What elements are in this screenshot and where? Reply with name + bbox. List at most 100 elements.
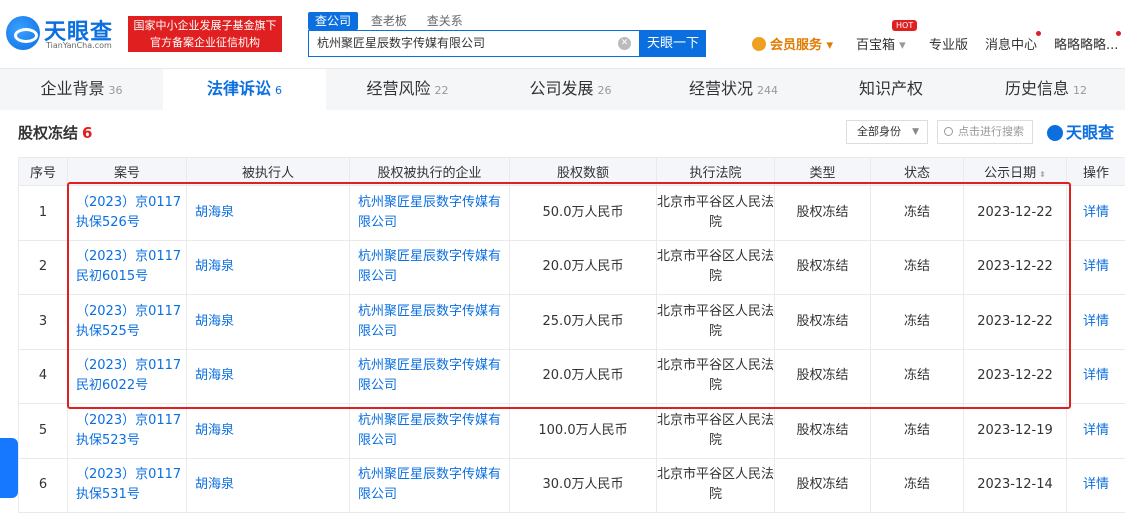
tab-background[interactable]: 企业背景 36 xyxy=(0,69,163,111)
tianyancha-logo[interactable]: 天眼查 TianYanCha.com xyxy=(6,12,124,52)
search-tab-company[interactable]: 查公司 xyxy=(308,12,359,30)
case-number-link[interactable]: （2023）京0117执保523号 xyxy=(67,403,187,459)
search-input-value: 杭州聚匠星辰数字传媒有限公司 xyxy=(317,36,486,50)
detail-link[interactable]: 详情 xyxy=(1066,294,1125,350)
tab-count: 6 xyxy=(275,84,282,97)
col-court: 执行法院 xyxy=(656,157,775,186)
search-button[interactable]: 天眼一下 xyxy=(640,30,706,57)
table-row: 5 （2023）京0117执保523号 胡海泉 杭州聚匠星辰数字传媒有限公司 100.0… xyxy=(18,403,1125,459)
vip-service-link[interactable]: 会员服务 ▾ xyxy=(752,34,833,53)
col-person: 被执行人 xyxy=(186,157,350,186)
case-number-link[interactable]: （2023）京0117执保526号 xyxy=(67,185,187,241)
table-row: 2 （2023）京0117民初6015号 胡海泉 杭州聚匠星辰数字传媒有限公司 20.0… xyxy=(18,239,1125,295)
publish-date: 2023-12-22 xyxy=(963,294,1067,350)
col-case: 案号 xyxy=(67,157,187,186)
table-row: 1 （2023）京0117执保526号 胡海泉 杭州聚匠星辰数字传媒有限公司 50.0万… xyxy=(18,185,1125,241)
court-name: 北京市平谷区人民法院 xyxy=(656,403,775,459)
company-link[interactable]: 杭州聚匠星辰数字传媒有限公司 xyxy=(349,185,510,241)
top-header: 天眼查 TianYanCha.com 国家中小企业发展子基金旗下 官方备案企业征… xyxy=(0,0,1125,68)
tab-count: 36 xyxy=(108,84,123,97)
identity-select[interactable]: 全部身份 ▼ xyxy=(846,120,928,144)
detail-link[interactable]: 详情 xyxy=(1066,185,1125,241)
tab-development[interactable]: 公司发展 26 xyxy=(489,69,652,111)
tianyancha-watermark: 天眼查 xyxy=(1047,119,1114,143)
case-number-link[interactable]: （2023）京0117执保531号 xyxy=(67,457,187,513)
company-tabs: 企业背景 36 法律诉讼 6 经营风险 22 公司发展 26 经营状况 244 知识产权 … xyxy=(0,68,1125,111)
section-title: 股权冻结 6 xyxy=(18,122,92,143)
case-number-link[interactable]: （2023）京0117民初6022号 xyxy=(67,348,187,404)
tab-history[interactable]: 历史信息 12 xyxy=(967,69,1125,111)
tab-operation[interactable]: 经营状况 244 xyxy=(652,69,815,111)
clear-icon[interactable]: ✕ xyxy=(618,37,631,50)
side-float-tab[interactable] xyxy=(0,438,18,498)
identity-select-value: 全部身份 xyxy=(857,125,901,138)
court-name: 北京市平谷区人民法院 xyxy=(656,185,775,241)
tab-label: 知识产权 xyxy=(858,79,923,98)
table-row: 4 （2023）京0117民初6022号 胡海泉 杭州聚匠星辰数字传媒有限公司 20.0… xyxy=(18,348,1125,404)
company-link[interactable]: 杭州聚匠星辰数字传媒有限公司 xyxy=(349,403,510,459)
search-input[interactable]: 杭州聚匠星辰数字传媒有限公司 ✕ xyxy=(308,30,640,57)
company-link[interactable]: 杭州聚匠星辰数字传媒有限公司 xyxy=(349,457,510,513)
pro-version-link[interactable]: 专业版 xyxy=(929,34,968,53)
court-name: 北京市平谷区人民法院 xyxy=(656,294,775,350)
chevron-down-icon: ▾ xyxy=(822,38,834,53)
freeze-type: 股权冻结 xyxy=(774,239,871,295)
detail-link[interactable]: 详情 xyxy=(1066,239,1125,295)
vip-label: 会员服务 xyxy=(770,38,823,53)
executee-link[interactable]: 胡海泉 xyxy=(186,185,350,241)
table-header-row: 序号 案号 被执行人 股权被执行的企业 股权数额 执行法院 类型 状态 公示日期… xyxy=(18,157,1125,186)
detail-link[interactable]: 详情 xyxy=(1066,348,1125,404)
search-tab-relation[interactable]: 查关系 xyxy=(420,12,470,30)
table-search-input[interactable]: 点击进行搜索 xyxy=(937,120,1033,144)
publish-date: 2023-12-22 xyxy=(963,348,1067,404)
col-date[interactable]: 公示日期 ⬍ xyxy=(963,157,1067,186)
tab-ip[interactable]: 知识产权 xyxy=(815,69,967,111)
col-amount: 股权数额 xyxy=(509,157,657,186)
freeze-status: 冻结 xyxy=(870,185,964,241)
case-number-link[interactable]: （2023）京0117执保525号 xyxy=(67,294,187,350)
freeze-status: 冻结 xyxy=(870,239,964,295)
freeze-status: 冻结 xyxy=(870,348,964,404)
equity-amount: 50.0万人民币 xyxy=(509,185,657,241)
equity-amount: 100.0万人民币 xyxy=(509,403,657,459)
row-no: 4 xyxy=(18,348,68,404)
case-number-link[interactable]: （2023）京0117民初6015号 xyxy=(67,239,187,295)
freeze-type: 股权冻结 xyxy=(774,403,871,459)
equity-amount: 30.0万人民币 xyxy=(509,457,657,513)
tab-litigation[interactable]: 法律诉讼 6 xyxy=(163,69,326,111)
company-link[interactable]: 杭州聚匠星辰数字传媒有限公司 xyxy=(349,294,510,350)
message-center-link[interactable]: 消息中心 xyxy=(985,34,1037,53)
tab-label: 经营状况 xyxy=(688,79,753,98)
executee-link[interactable]: 胡海泉 xyxy=(186,403,350,459)
detail-link[interactable]: 详情 xyxy=(1066,457,1125,513)
equity-amount: 20.0万人民币 xyxy=(509,239,657,295)
executee-link[interactable]: 胡海泉 xyxy=(186,457,350,513)
tab-label: 法律诉讼 xyxy=(206,79,271,98)
tab-label: 经营风险 xyxy=(366,79,431,98)
executee-link[interactable]: 胡海泉 xyxy=(186,239,350,295)
baibao-link[interactable]: 百宝箱 ▾ xyxy=(856,34,906,53)
search-tab-boss[interactable]: 查老板 xyxy=(364,12,414,30)
publish-date: 2023-12-19 xyxy=(963,403,1067,459)
logo-eye-icon xyxy=(6,16,40,50)
col-type: 类型 xyxy=(774,157,871,186)
company-link[interactable]: 杭州聚匠星辰数字传媒有限公司 xyxy=(349,348,510,404)
section-title-text: 股权冻结 xyxy=(18,124,79,142)
executee-link[interactable]: 胡海泉 xyxy=(186,294,350,350)
col-company: 股权被执行的企业 xyxy=(349,157,510,186)
executee-link[interactable]: 胡海泉 xyxy=(186,348,350,404)
equity-amount: 25.0万人民币 xyxy=(509,294,657,350)
user-menu[interactable]: 略略略略... xyxy=(1054,34,1118,53)
tab-label: 企业背景 xyxy=(40,79,105,98)
col-status: 状态 xyxy=(870,157,964,186)
row-no: 6 xyxy=(18,457,68,513)
hot-badge: HOT xyxy=(892,20,918,31)
row-no: 2 xyxy=(18,239,68,295)
banner-line-2: 官方备案企业征信机构 xyxy=(150,36,260,49)
sort-icon[interactable]: ⬍ xyxy=(1039,170,1046,179)
tab-label: 公司发展 xyxy=(529,79,594,98)
tab-risk[interactable]: 经营风险 22 xyxy=(326,69,489,111)
detail-link[interactable]: 详情 xyxy=(1066,403,1125,459)
company-link[interactable]: 杭州聚匠星辰数字传媒有限公司 xyxy=(349,239,510,295)
section-count: 6 xyxy=(82,124,93,142)
